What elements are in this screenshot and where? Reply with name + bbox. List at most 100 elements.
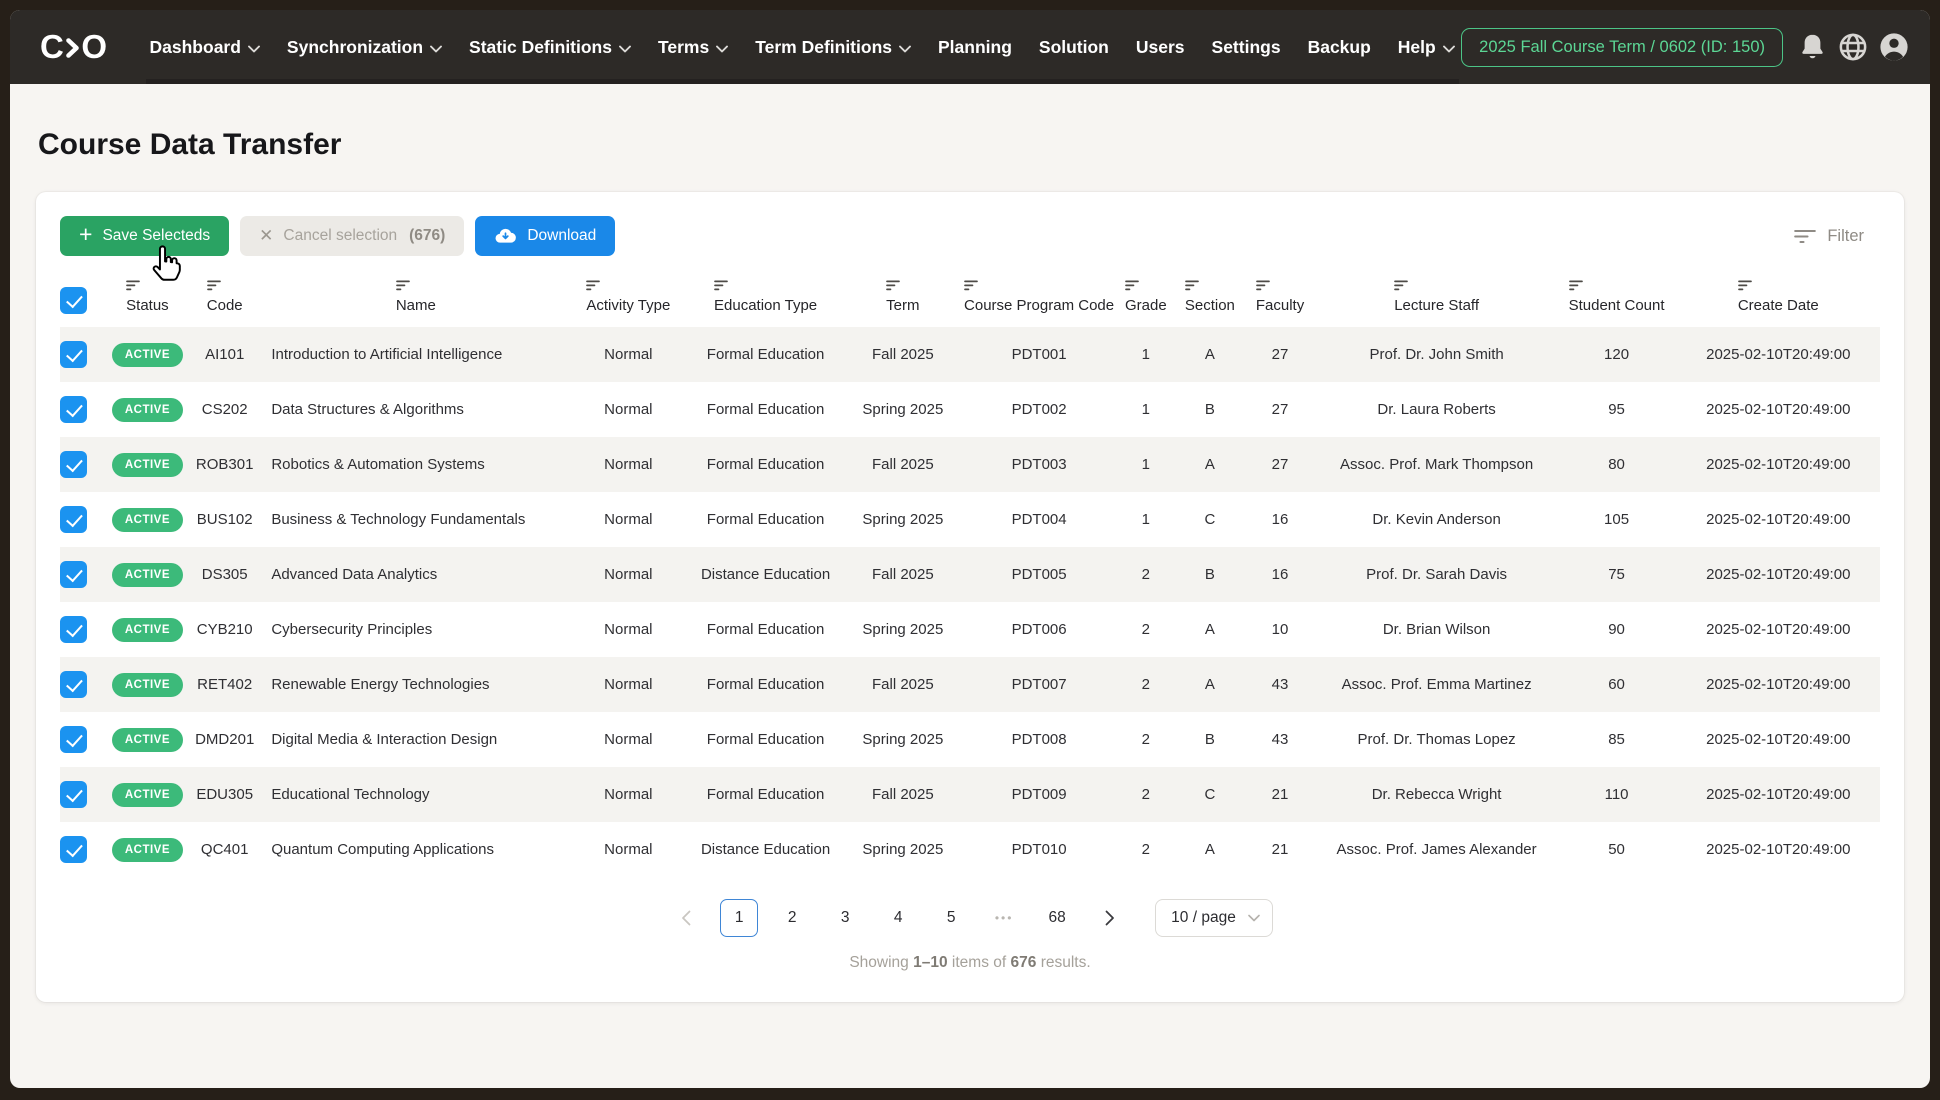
cell-program_code: PDT007	[963, 657, 1116, 712]
column-header-lecture-staff[interactable]: Lecture Staff	[1317, 276, 1557, 327]
nav-item-synchronization[interactable]: Synchronization	[287, 37, 442, 58]
cell-count: 60	[1557, 657, 1677, 712]
download-button[interactable]: Download	[475, 216, 615, 256]
cell-code: DMD201	[186, 712, 263, 767]
column-header-term[interactable]: Term	[843, 276, 963, 327]
row-checkbox[interactable]	[60, 671, 87, 698]
column-header-activity-type[interactable]: Activity Type	[568, 276, 688, 327]
row-select-cell	[60, 547, 109, 602]
nav-item-help[interactable]: Help	[1398, 37, 1455, 58]
cell-section: C	[1176, 492, 1243, 547]
cell-status: ACTIVE	[109, 712, 186, 767]
row-checkbox[interactable]	[60, 836, 87, 863]
column-filter-icon	[886, 280, 900, 291]
cell-section: C	[1176, 767, 1243, 822]
cell-section: A	[1176, 657, 1243, 712]
cell-date: 2025-02-10T20:49:00	[1677, 822, 1880, 877]
cell-grade: 1	[1115, 382, 1176, 437]
cell-grade: 1	[1115, 437, 1176, 492]
column-header-code[interactable]: Code	[186, 276, 263, 327]
cell-code: RET402	[186, 657, 263, 712]
cell-name: Robotics & Automation Systems	[263, 437, 568, 492]
filter-button[interactable]: Filter	[1794, 227, 1864, 246]
nav-item-settings[interactable]: Settings	[1212, 37, 1281, 58]
row-checkbox[interactable]	[60, 396, 87, 423]
cell-grade: 2	[1115, 767, 1176, 822]
cell-education: Formal Education	[688, 602, 843, 657]
column-header-faculty[interactable]: Faculty	[1243, 276, 1316, 327]
page-size-value: 10 / page	[1171, 909, 1236, 927]
nav-item-backup[interactable]: Backup	[1308, 37, 1371, 58]
pagination-next[interactable]	[1091, 899, 1129, 937]
table-row: ACTIVEEDU305Educational TechnologyNormal…	[60, 767, 1880, 822]
language-globe-icon[interactable]	[1837, 31, 1869, 63]
courses-table: StatusCodeNameActivity TypeEducation Typ…	[60, 276, 1880, 877]
row-checkbox[interactable]	[60, 341, 87, 368]
column-header-course-program-code[interactable]: Course Program Code	[963, 276, 1116, 327]
cell-term: Spring 2025	[843, 822, 963, 877]
pagination-ellipsis[interactable]: •••	[985, 899, 1023, 937]
row-checkbox[interactable]	[60, 451, 87, 478]
nav-item-solution[interactable]: Solution	[1039, 37, 1109, 58]
column-header-status[interactable]: Status	[109, 276, 186, 327]
column-header-student-count[interactable]: Student Count	[1557, 276, 1677, 327]
cell-education: Formal Education	[688, 657, 843, 712]
nav-item-users[interactable]: Users	[1136, 37, 1185, 58]
column-header-name[interactable]: Name	[263, 276, 568, 327]
app-logo[interactable]: C O	[40, 28, 108, 66]
chevron-down-icon	[619, 45, 631, 53]
column-filter-icon	[396, 280, 410, 291]
column-header-create-date[interactable]: Create Date	[1677, 276, 1880, 327]
nav-item-label: Backup	[1308, 37, 1371, 58]
page-button-3[interactable]: 3	[826, 899, 864, 937]
nav-item-planning[interactable]: Planning	[938, 37, 1012, 58]
row-checkbox[interactable]	[60, 561, 87, 588]
cancel-selection-button[interactable]: ✕ Cancel selection (676)	[240, 216, 464, 256]
nav-item-terms[interactable]: Terms	[658, 37, 728, 58]
save-selecteds-label: Save Selecteds	[102, 227, 210, 245]
navbar-icons	[1797, 31, 1910, 63]
status-badge: ACTIVE	[112, 343, 183, 367]
cell-date: 2025-02-10T20:49:00	[1677, 657, 1880, 712]
cell-faculty: 27	[1243, 327, 1316, 382]
notification-bell-icon[interactable]	[1797, 32, 1828, 63]
row-checkbox[interactable]	[60, 781, 87, 808]
nav-item-label: Static Definitions	[469, 37, 612, 58]
cloud-download-icon	[494, 225, 517, 248]
row-checkbox[interactable]	[60, 616, 87, 643]
column-filter-icon	[126, 280, 140, 291]
page-button-5[interactable]: 5	[932, 899, 970, 937]
page-button-68[interactable]: 68	[1038, 899, 1076, 937]
nav-item-term-definitions[interactable]: Term Definitions	[755, 37, 911, 58]
cell-code: CS202	[186, 382, 263, 437]
page-size-select[interactable]: 10 / page	[1155, 899, 1273, 937]
page-button-2[interactable]: 2	[773, 899, 811, 937]
column-header-grade[interactable]: Grade	[1115, 276, 1176, 327]
cell-activity: Normal	[568, 327, 688, 382]
active-term-badge[interactable]: 2025 Fall Course Term / 0602 (ID: 150)	[1461, 28, 1783, 67]
cell-staff: Assoc. Prof. Mark Thompson	[1317, 437, 1557, 492]
select-all-checkbox[interactable]	[60, 287, 87, 314]
cell-count: 80	[1557, 437, 1677, 492]
nav-item-static-definitions[interactable]: Static Definitions	[469, 37, 631, 58]
cell-faculty: 16	[1243, 547, 1316, 602]
row-checkbox[interactable]	[60, 506, 87, 533]
page-button-4[interactable]: 4	[879, 899, 917, 937]
column-label: Create Date	[1738, 297, 1819, 314]
row-checkbox[interactable]	[60, 726, 87, 753]
column-header-education-type[interactable]: Education Type	[688, 276, 843, 327]
nav-item-dashboard[interactable]: Dashboard	[150, 37, 260, 58]
cell-term: Fall 2025	[843, 547, 963, 602]
pagination-prev[interactable]	[667, 899, 705, 937]
page-button-1[interactable]: 1	[720, 899, 758, 937]
cell-section: B	[1176, 382, 1243, 437]
row-select-cell	[60, 492, 109, 547]
cell-program_code: PDT005	[963, 547, 1116, 602]
cell-education: Distance Education	[688, 822, 843, 877]
column-label: Section	[1185, 297, 1235, 314]
user-avatar-icon[interactable]	[1878, 31, 1910, 63]
cancel-selection-count: (676)	[409, 227, 445, 245]
column-label: Lecture Staff	[1394, 297, 1479, 314]
save-selecteds-button[interactable]: + Save Selecteds	[60, 216, 229, 256]
column-header-section[interactable]: Section	[1176, 276, 1243, 327]
